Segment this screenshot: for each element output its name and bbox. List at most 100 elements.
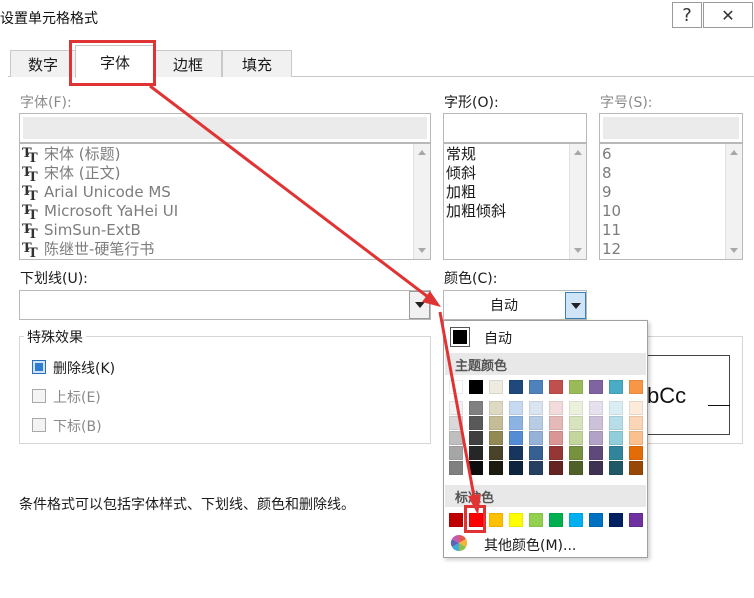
color-swatch[interactable] bbox=[449, 446, 463, 460]
list-item[interactable]: TT Microsoft YaHei UI bbox=[22, 202, 178, 223]
color-swatch[interactable] bbox=[569, 446, 583, 460]
color-swatch[interactable] bbox=[469, 461, 483, 475]
color-swatch[interactable] bbox=[529, 431, 543, 445]
color-swatch[interactable] bbox=[509, 416, 523, 430]
list-item[interactable]: 常规 bbox=[446, 145, 506, 164]
size-input[interactable] bbox=[599, 113, 743, 143]
color-swatch[interactable] bbox=[489, 401, 503, 415]
list-item[interactable]: TT 宋体 (正文) bbox=[22, 164, 178, 185]
color-swatch[interactable] bbox=[549, 401, 563, 415]
list-item[interactable]: 加粗 bbox=[446, 183, 506, 202]
color-swatch[interactable] bbox=[589, 446, 603, 460]
color-swatch[interactable] bbox=[629, 446, 643, 460]
color-swatch[interactable] bbox=[469, 380, 483, 394]
size-list-scrollbar[interactable] bbox=[725, 144, 742, 259]
scroll-up-icon[interactable] bbox=[418, 150, 426, 155]
color-swatch[interactable] bbox=[629, 461, 643, 475]
color-swatch[interactable] bbox=[509, 401, 523, 415]
auto-color-label[interactable]: 自动 bbox=[484, 328, 512, 348]
font-input[interactable] bbox=[19, 113, 431, 143]
color-swatch[interactable] bbox=[609, 513, 623, 527]
more-colors-link[interactable]: 其他颜色(M)... bbox=[484, 535, 576, 555]
color-swatch[interactable] bbox=[609, 461, 623, 475]
color-swatch[interactable] bbox=[589, 513, 603, 527]
color-swatch[interactable] bbox=[449, 431, 463, 445]
list-item[interactable]: 加粗倾斜 bbox=[446, 202, 506, 221]
strikethrough-checkbox[interactable] bbox=[32, 360, 46, 374]
underline-select[interactable] bbox=[19, 290, 431, 320]
list-item[interactable]: 11 bbox=[602, 221, 621, 240]
color-swatch[interactable] bbox=[589, 431, 603, 445]
color-swatch[interactable] bbox=[509, 446, 523, 460]
style-list-scrollbar[interactable] bbox=[569, 144, 586, 259]
color-swatch[interactable] bbox=[489, 461, 503, 475]
color-swatch[interactable] bbox=[469, 401, 483, 415]
color-swatch[interactable] bbox=[549, 380, 563, 394]
color-swatch[interactable] bbox=[589, 416, 603, 430]
superscript-checkbox[interactable] bbox=[32, 389, 46, 403]
color-swatch[interactable] bbox=[469, 431, 483, 445]
list-item[interactable]: 倾斜 bbox=[446, 164, 506, 183]
color-swatch[interactable] bbox=[509, 380, 523, 394]
list-item[interactable]: TT 陈继世-硬笔行书 bbox=[22, 240, 178, 259]
color-swatch[interactable] bbox=[529, 461, 543, 475]
list-item[interactable]: TT Arial Unicode MS bbox=[22, 183, 178, 204]
color-swatch[interactable] bbox=[589, 401, 603, 415]
color-swatch[interactable] bbox=[569, 431, 583, 445]
color-swatch[interactable] bbox=[629, 401, 643, 415]
font-list[interactable]: TT 宋体 (标题) TT 宋体 (正文) TT Arial Unicode M… bbox=[19, 143, 431, 260]
color-swatch[interactable] bbox=[469, 416, 483, 430]
color-swatch[interactable] bbox=[569, 416, 583, 430]
scroll-up-icon[interactable] bbox=[574, 150, 582, 155]
help-button[interactable]: ? bbox=[672, 2, 702, 28]
color-dropdown-button[interactable] bbox=[565, 292, 586, 319]
list-item[interactable]: 8 bbox=[602, 164, 621, 183]
size-list[interactable]: 6 8 9 10 11 12 bbox=[599, 143, 743, 260]
close-button[interactable]: ✕ bbox=[703, 2, 753, 28]
color-swatch[interactable] bbox=[549, 416, 563, 430]
color-swatch[interactable] bbox=[609, 431, 623, 445]
color-swatch[interactable] bbox=[529, 416, 543, 430]
list-item[interactable]: 12 bbox=[602, 240, 621, 259]
color-swatch[interactable] bbox=[509, 431, 523, 445]
list-item[interactable]: 10 bbox=[602, 202, 621, 221]
color-swatch[interactable] bbox=[509, 513, 523, 527]
style-input[interactable] bbox=[443, 113, 587, 143]
list-item[interactable]: TT 宋体 (标题) bbox=[22, 145, 178, 166]
list-item[interactable]: TT SimSun-ExtB bbox=[22, 221, 178, 242]
color-swatch[interactable] bbox=[609, 401, 623, 415]
color-swatch[interactable] bbox=[529, 380, 543, 394]
color-swatch[interactable] bbox=[489, 513, 503, 527]
color-swatch[interactable] bbox=[489, 446, 503, 460]
scroll-down-icon[interactable] bbox=[418, 248, 426, 253]
style-list[interactable]: 常规 倾斜 加粗 加粗倾斜 bbox=[443, 143, 587, 260]
color-swatch[interactable] bbox=[609, 380, 623, 394]
font-list-scrollbar[interactable] bbox=[413, 144, 430, 259]
color-swatch[interactable] bbox=[449, 416, 463, 430]
color-swatch[interactable] bbox=[549, 431, 563, 445]
scroll-down-icon[interactable] bbox=[730, 248, 738, 253]
color-swatch[interactable] bbox=[529, 446, 543, 460]
color-swatch[interactable] bbox=[489, 431, 503, 445]
color-swatch[interactable] bbox=[549, 513, 563, 527]
color-swatch[interactable] bbox=[449, 380, 463, 394]
color-swatch[interactable] bbox=[529, 401, 543, 415]
color-swatch[interactable] bbox=[489, 380, 503, 394]
color-swatch[interactable] bbox=[509, 461, 523, 475]
color-swatch[interactable] bbox=[569, 513, 583, 527]
list-item[interactable]: 9 bbox=[602, 183, 621, 202]
color-swatch[interactable] bbox=[569, 401, 583, 415]
color-swatch[interactable] bbox=[549, 446, 563, 460]
color-swatch[interactable] bbox=[629, 380, 643, 394]
color-swatch[interactable] bbox=[629, 431, 643, 445]
color-swatch[interactable] bbox=[629, 513, 643, 527]
auto-color-swatch[interactable] bbox=[450, 327, 470, 347]
color-swatch[interactable] bbox=[609, 446, 623, 460]
color-swatch[interactable] bbox=[569, 461, 583, 475]
color-swatch[interactable] bbox=[529, 513, 543, 527]
tab-border[interactable]: 边框 bbox=[154, 50, 222, 77]
color-swatch[interactable] bbox=[549, 461, 563, 475]
list-item[interactable]: 6 bbox=[602, 145, 621, 164]
tab-number[interactable]: 数字 bbox=[10, 50, 76, 77]
color-swatch[interactable] bbox=[449, 461, 463, 475]
